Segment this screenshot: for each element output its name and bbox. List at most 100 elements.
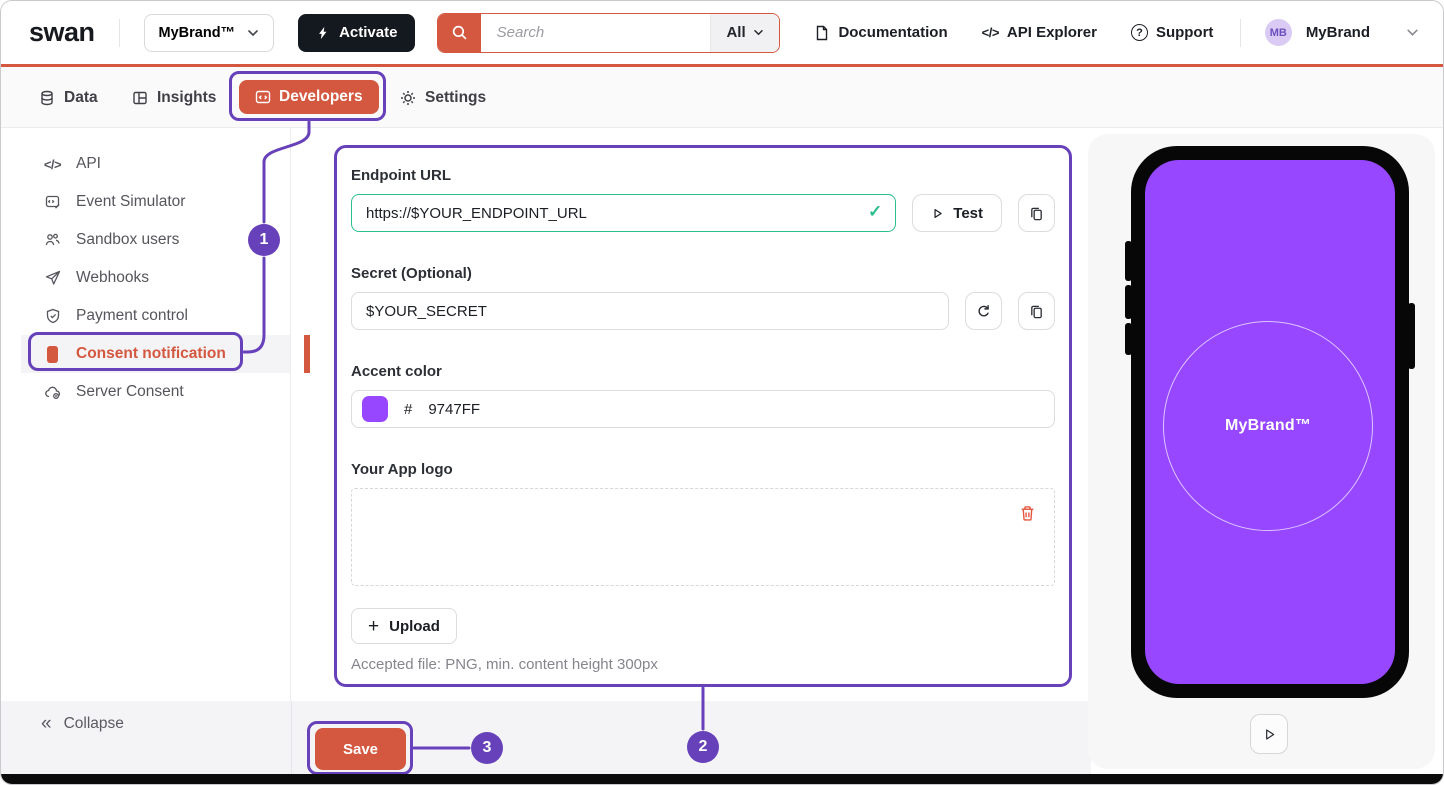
avatar: MB [1265,19,1292,46]
sidebar-item-payment-control[interactable]: Payment control [21,297,290,335]
phone-side-button [1125,241,1132,281]
sidebar-item-api[interactable]: </> API [21,145,290,183]
save-button[interactable]: Save [315,728,406,770]
search-bar: All [437,13,780,53]
tab-developers-label: Developers [279,88,363,106]
search-icon[interactable] [438,14,480,52]
plus-icon: + [368,617,379,636]
documentation-link[interactable]: Documentation [814,24,947,41]
sidebar-item-label: Payment control [76,307,188,325]
brand-name: MyBrand™ [1225,417,1311,435]
secret-label: Secret (Optional) [351,264,1055,284]
api-explorer-label: API Explorer [1007,24,1097,41]
accent-color-field: # [351,390,1055,428]
tab-insights[interactable]: Insights [132,67,216,128]
window-bottom-edge [1,774,1443,784]
swan-logo: swan [29,17,95,48]
header-links: Documentation </> API Explorer ? Support [814,24,1213,41]
project-selector[interactable]: MyBrand™ [144,14,275,52]
secret-input[interactable] [351,292,949,330]
tab-settings-label: Settings [425,89,486,107]
document-icon [814,25,830,41]
documentation-label: Documentation [838,24,947,41]
consent-preview-panel: MyBrand™ [1088,134,1435,769]
main-nav: Data Insights Developers Settings Sandbo… [1,67,1443,128]
code-icon: </> [982,25,999,40]
project-selector-label: MyBrand™ [159,25,236,41]
tab-developers[interactable]: Developers [239,80,379,114]
database-icon [39,90,55,106]
footer-divider [291,701,292,776]
tab-data-label: Data [64,89,98,107]
sidebar-item-label: Event Simulator [76,193,185,211]
top-header: swan MyBrand™ Activate All [1,1,1443,64]
hash-prefix: # [404,401,412,418]
sidebar-item-webhooks[interactable]: Webhooks [21,259,290,297]
header-divider [1240,19,1241,47]
upload-logo-button[interactable]: + Upload [351,608,457,644]
gear-icon [400,90,416,106]
developers-sidebar: </> API Event Simulator Sandbox users W [1,128,291,701]
header-divider [119,19,120,47]
send-icon [43,270,62,286]
color-swatch[interactable] [362,396,388,422]
question-icon: ? [1131,24,1148,41]
app-logo-label: Your App logo [351,460,1055,480]
endpoint-url-input[interactable] [351,194,896,232]
copy-icon [1029,206,1044,221]
copy-endpoint-button[interactable] [1018,194,1055,232]
trash-icon [1019,505,1036,522]
users-icon [43,232,62,248]
tab-settings[interactable]: Settings [400,67,486,128]
reset-icon [976,304,991,319]
sidebar-item-label: Webhooks [76,269,149,287]
api-explorer-link[interactable]: </> API Explorer [982,24,1097,41]
phone-side-button [1125,323,1132,355]
logo-dropzone[interactable] [351,488,1055,586]
tab-data[interactable]: Data [39,67,98,128]
regenerate-secret-button[interactable] [965,292,1002,330]
sidebar-item-server-consent[interactable]: Server Consent [21,373,290,411]
search-input[interactable] [481,14,710,52]
search-filter-value: All [726,24,745,41]
sidebar-item-consent-notification[interactable]: Consent notification [21,335,290,373]
grid-icon [132,90,148,106]
account-menu[interactable]: MB MyBrand [1265,19,1419,46]
activate-button[interactable]: Activate [298,14,415,52]
valid-check-icon: ✓ [868,202,882,222]
accent-color-label: Accent color [351,362,1055,382]
chevron-down-icon [1406,28,1419,37]
delete-logo-button[interactable] [1019,505,1036,525]
activate-label: Activate [339,24,397,41]
code-icon: </> [43,157,62,172]
double-chevron-left-icon: « [41,714,52,733]
app-window: swan MyBrand™ Activate All [0,0,1444,785]
upload-label: Upload [389,618,440,635]
play-icon [1262,727,1277,742]
upload-hint: Accepted file: PNG, min. content height … [351,656,1055,673]
sidebar-item-label: API [76,155,101,173]
sidebar-item-sandbox-users[interactable]: Sandbox users [21,221,290,259]
collapse-sidebar-button[interactable]: « Collapse [41,714,124,733]
accent-color-input[interactable] [428,401,1044,418]
search-filter-select[interactable]: All [710,14,780,52]
sidebar-item-label: Consent notification [76,345,226,363]
endpoint-url-label: Endpoint URL [351,166,1055,186]
preview-play-button[interactable] [1250,714,1288,754]
event-simulator-icon [43,194,62,210]
secret-shell [351,292,949,330]
phone-side-button [1408,303,1415,369]
brand-circle: MyBrand™ [1163,321,1373,531]
shield-check-icon [43,308,62,324]
account-name: MyBrand [1306,24,1370,41]
sidebar-item-event-simulator[interactable]: Event Simulator [21,183,290,221]
phone-screen: MyBrand™ [1145,160,1395,684]
chevron-down-icon [247,29,259,37]
collapse-label: Collapse [64,715,124,733]
copy-secret-button[interactable] [1018,292,1055,330]
test-endpoint-button[interactable]: Test [912,194,1002,232]
endpoint-url-shell: ✓ [351,194,896,232]
cloud-icon [43,384,62,400]
consent-notification-form: Endpoint URL ✓ Test Secret (Optional) [334,145,1072,687]
support-link[interactable]: ? Support [1131,24,1214,41]
